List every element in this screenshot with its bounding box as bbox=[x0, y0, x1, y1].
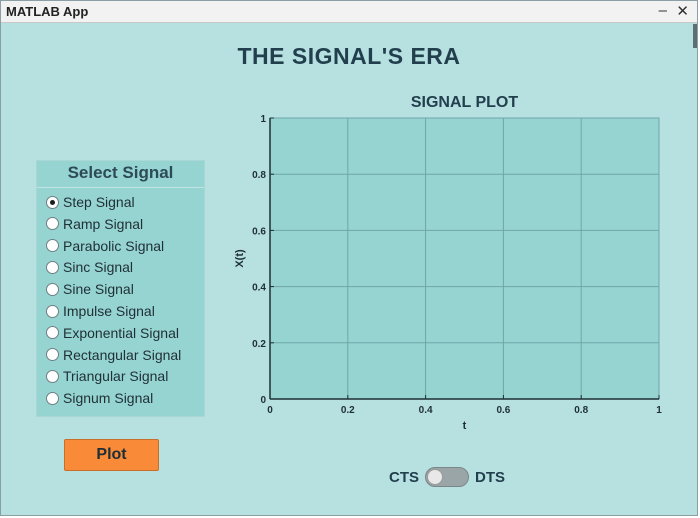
close-icon[interactable]: ✕ bbox=[676, 2, 689, 20]
y-axis-label: X(t) bbox=[234, 249, 246, 268]
radio-label: Parabolic Signal bbox=[63, 237, 165, 254]
radio-button[interactable] bbox=[46, 304, 59, 318]
radio-option[interactable]: Impulse Signal bbox=[46, 301, 155, 321]
x-tick-label: 1 bbox=[656, 405, 662, 416]
y-tick-label: 1 bbox=[260, 114, 266, 125]
radio-option[interactable]: Exponential Signal bbox=[46, 323, 179, 343]
y-tick-label: 0.6 bbox=[252, 226, 266, 237]
x-tick-label: 0.4 bbox=[419, 405, 433, 416]
toggle-label-cts: CTS bbox=[389, 468, 419, 486]
radio-button[interactable] bbox=[46, 369, 59, 383]
plot-button[interactable]: Plot bbox=[64, 439, 159, 471]
app-window: MATLAB App – ✕ THE SIGNAL'S ERA Select S… bbox=[0, 0, 698, 516]
x-tick-label: 0.6 bbox=[496, 405, 510, 416]
cts-dts-switch[interactable] bbox=[425, 467, 469, 487]
window-title: MATLAB App bbox=[6, 4, 89, 19]
y-tick-label: 0.2 bbox=[252, 339, 266, 350]
radio-button[interactable] bbox=[46, 260, 59, 274]
app-title: THE SIGNAL'S ERA bbox=[237, 43, 461, 69]
radio-option[interactable]: Triangular Signal bbox=[46, 366, 168, 386]
radio-button[interactable] bbox=[46, 239, 59, 253]
x-axis-label: t bbox=[463, 420, 467, 432]
panel-title: Select Signal bbox=[37, 161, 204, 188]
radio-option[interactable]: Sinc Signal bbox=[46, 257, 133, 277]
radio-button[interactable] bbox=[46, 326, 59, 340]
radio-option[interactable]: Step Signal bbox=[46, 192, 135, 212]
radio-label: Signum Signal bbox=[63, 390, 154, 407]
minimize-icon[interactable]: – bbox=[659, 2, 667, 19]
x-tick-label: 0.2 bbox=[341, 405, 355, 416]
y-tick-label: 0.4 bbox=[252, 283, 266, 294]
radio-button[interactable] bbox=[46, 391, 59, 405]
radio-label: Sine Signal bbox=[63, 281, 134, 298]
y-tick-label: 0 bbox=[260, 395, 266, 406]
radio-label: Triangular Signal bbox=[63, 368, 169, 385]
radio-option[interactable]: Signum Signal bbox=[46, 388, 153, 408]
radio-label: Sinc Signal bbox=[63, 259, 134, 276]
chart-title: SIGNAL PLOT bbox=[411, 94, 518, 111]
radio-option[interactable]: Sine Signal bbox=[46, 279, 134, 299]
radio-label: Ramp Signal bbox=[63, 215, 144, 232]
x-tick-label: 0 bbox=[267, 405, 273, 416]
radio-label: Exponential Signal bbox=[63, 324, 179, 341]
radio-button[interactable] bbox=[46, 195, 59, 209]
radio-button[interactable] bbox=[46, 282, 59, 296]
x-tick-label: 0.8 bbox=[574, 405, 588, 416]
y-tick-label: 0.8 bbox=[252, 170, 266, 181]
radio-label: Step Signal bbox=[63, 194, 135, 210]
radio-button[interactable] bbox=[46, 348, 59, 362]
radio-option[interactable]: Ramp Signal bbox=[46, 214, 143, 234]
radio-button[interactable] bbox=[46, 217, 59, 231]
signal-type-toggle: CTS DTS bbox=[389, 467, 505, 487]
radio-label: Impulse Signal bbox=[63, 303, 155, 319]
signal-plot-chart: SIGNAL PLOT 0 0.2 0.4 0.6 0.8 1 0 0.2 0.4 0.6 0.8 1 t… bbox=[234, 94, 662, 432]
radio-option[interactable]: Parabolic Signal bbox=[46, 236, 164, 256]
switch-knob[interactable] bbox=[427, 469, 443, 485]
radio-option[interactable]: Rectangular Signal bbox=[46, 345, 181, 365]
title-bar: MATLAB App – ✕ bbox=[1, 1, 697, 23]
toggle-label-dts: DTS bbox=[475, 468, 505, 486]
radio-label: Rectangular Signal bbox=[63, 346, 182, 363]
plot-area bbox=[269, 117, 660, 400]
select-signal-panel: Select Signal Step Signal Ramp Signal Para… bbox=[36, 160, 205, 417]
